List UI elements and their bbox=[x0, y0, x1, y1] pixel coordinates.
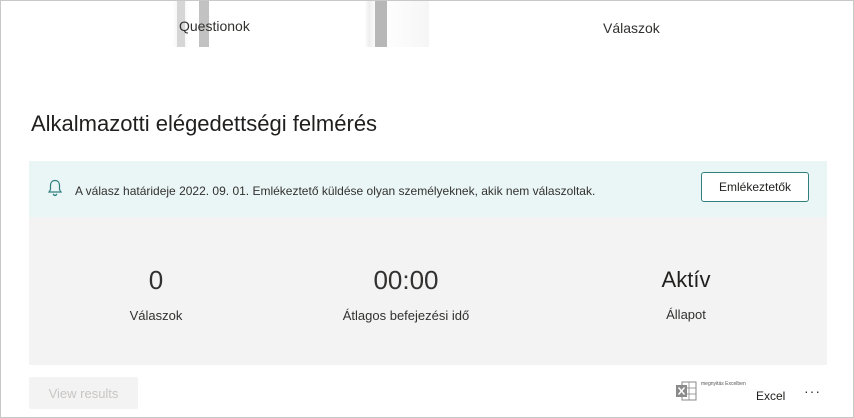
stat-responses: 0 Válaszok bbox=[79, 265, 233, 323]
excel-small-caption: megnyitás Excelben bbox=[701, 381, 746, 387]
reminder-banner: A válasz határideje 2022. 09. 01. Emléke… bbox=[29, 161, 827, 217]
status-label: Állapot bbox=[666, 307, 706, 322]
excel-label[interactable]: Excel bbox=[756, 389, 785, 403]
background-stripe bbox=[375, 1, 387, 47]
tab-questions[interactable]: Questionok bbox=[1, 1, 429, 47]
view-results-button[interactable]: View results bbox=[29, 377, 138, 409]
banner-text: A válasz határideje 2022. 09. 01. Emléke… bbox=[75, 184, 596, 198]
stat-status: Aktív Állapot bbox=[609, 267, 763, 322]
average-time-label: Átlagos befejezési idő bbox=[342, 308, 470, 323]
responses-label: Válaszok bbox=[129, 308, 183, 323]
app-frame: Questionok Válaszok Alkalmazotti elégede… bbox=[0, 0, 854, 418]
bell-icon bbox=[47, 179, 63, 197]
page-title: Alkalmazotti elégedettségi felmérés bbox=[31, 111, 378, 136]
tab-responses-label: Válaszok bbox=[603, 20, 660, 36]
average-time-value: 00:00 bbox=[373, 265, 439, 295]
more-options-icon[interactable]: ··· bbox=[804, 383, 821, 399]
stat-average-time: 00:00 Átlagos befejezési idő bbox=[329, 265, 483, 323]
status-value: Aktív bbox=[661, 267, 711, 292]
excel-icon[interactable] bbox=[675, 381, 697, 401]
tab-bar: Questionok Válaszok bbox=[1, 1, 853, 47]
tab-responses[interactable]: Válaszok bbox=[429, 1, 853, 47]
summary-panel: A válasz határideje 2022. 09. 01. Emléke… bbox=[29, 161, 827, 365]
send-reminders-button[interactable]: Emlékeztetők bbox=[701, 172, 809, 202]
tab-questions-label: Questionok bbox=[179, 18, 250, 34]
responses-count: 0 bbox=[148, 265, 164, 295]
